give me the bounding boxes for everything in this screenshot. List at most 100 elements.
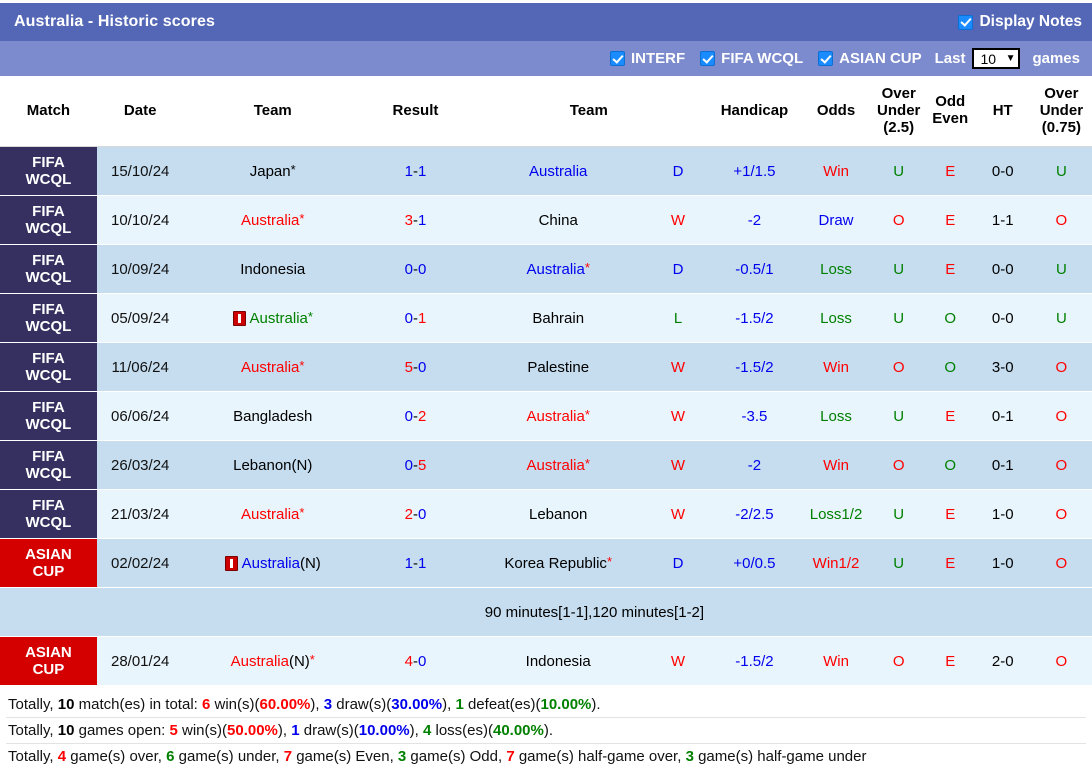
s1-prefix: Totally,	[8, 696, 58, 714]
match-competition-badge[interactable]: FIFA WCQL	[0, 391, 97, 442]
team-name[interactable]: Australia	[241, 359, 299, 376]
table-row[interactable]: FIFA WCQL 21/03/24 Australia* 2-0 Lebanon W -2/…	[0, 489, 1092, 540]
table-row[interactable]: FIFA WCQL 26/03/24 Lebanon(N) 0-5 Australia* W…	[0, 440, 1092, 491]
home-team-cell[interactable]: Bangladesh	[183, 391, 362, 442]
team-name[interactable]: Australia	[526, 408, 584, 425]
team-name[interactable]: Australia	[250, 310, 308, 327]
competition-line2: WCQL	[25, 269, 72, 287]
team-name[interactable]: Indonesia	[240, 261, 305, 278]
competition-line2: WCQL	[25, 465, 72, 483]
table-row[interactable]: FIFA WCQL 10/10/24 Australia* 3-1 China W -2 Dra…	[0, 195, 1092, 246]
result-letter: D	[647, 146, 709, 197]
home-team-cell[interactable]: Australia*	[183, 293, 362, 344]
table-row[interactable]: FIFA WCQL 11/06/24 Australia* 5-0 Palestine W -…	[0, 342, 1092, 393]
team-name[interactable]: Bahrain	[532, 310, 584, 327]
match-competition-badge[interactable]: FIFA WCQL	[0, 146, 97, 197]
competition-line1: FIFA	[32, 399, 65, 417]
away-team-cell[interactable]: Bahrain	[468, 293, 648, 344]
team-name[interactable]: Japan	[250, 163, 291, 180]
over-under-075-result: O	[1030, 440, 1092, 491]
competition-line2: CUP	[32, 661, 65, 679]
team-name[interactable]: Australia	[241, 212, 299, 229]
competition-line1: FIFA	[32, 497, 65, 515]
away-team-cell[interactable]: Korea Republic*	[468, 538, 648, 589]
historic-scores-table: Match Date Team Result Team Handicap Odd…	[0, 76, 1092, 687]
col-handicap[interactable]: Handicap	[708, 76, 801, 148]
display-notes-toggle[interactable]: Display Notes	[958, 13, 1082, 31]
match-competition-badge[interactable]: FIFA WCQL	[0, 489, 97, 540]
home-team-cell[interactable]: Indonesia	[183, 244, 362, 295]
asian-cup-checkbox-icon[interactable]	[818, 51, 834, 66]
match-competition-badge[interactable]: FIFA WCQL	[0, 244, 97, 295]
match-competition-badge[interactable]: FIFA WCQL	[0, 293, 97, 344]
display-notes-checkbox-icon[interactable]	[958, 14, 974, 30]
col-date[interactable]: Date	[96, 76, 184, 148]
over-under-075-result: U	[1030, 244, 1092, 295]
home-team-cell[interactable]: Australia(N)	[183, 538, 362, 589]
table-row[interactable]: FIFA WCQL 15/10/24 Japan* 1-1 Australia D +1/1.…	[0, 146, 1092, 197]
s1-defeats-pct: 10.00%	[540, 696, 592, 714]
team-name[interactable]: Lebanon(N)	[233, 457, 312, 474]
col-team-away[interactable]: Team	[468, 76, 709, 148]
team-name[interactable]: Australia	[231, 653, 289, 670]
match-competition-badge[interactable]: FIFA WCQL	[0, 195, 97, 246]
table-row[interactable]: FIFA WCQL 06/06/24 Bangladesh 0-2 Australia* W…	[0, 391, 1092, 442]
away-team-cell[interactable]: Palestine	[468, 342, 648, 393]
games-count-select[interactable]: 10 ▼	[972, 48, 1021, 69]
competition-line2: WCQL	[25, 514, 72, 532]
team-name[interactable]: Indonesia	[526, 653, 591, 670]
col-match[interactable]: Match	[0, 76, 97, 148]
col-odds[interactable]: Odds	[800, 76, 872, 148]
away-team-cell[interactable]: Australia*	[468, 391, 648, 442]
s3-prefix: Totally,	[8, 748, 58, 766]
away-team-cell[interactable]: Lebanon	[468, 489, 648, 540]
team-name[interactable]: Bangladesh	[233, 408, 312, 425]
table-row[interactable]: ASIAN CUP 02/02/24 Australia(N) 1-1 Korea Rep…	[0, 538, 1092, 589]
interf-checkbox-icon[interactable]	[610, 51, 625, 66]
home-team-cell[interactable]: Japan*	[183, 146, 362, 197]
col-team-home[interactable]: Team	[183, 76, 362, 148]
home-team-cell[interactable]: Australia*	[183, 342, 362, 393]
table-row[interactable]: FIFA WCQL 05/09/24 Australia* 0-1 Bahrain L -1.…	[0, 293, 1092, 344]
bottom-spacer	[0, 769, 1092, 775]
handicap-value: -1.5/2	[708, 636, 801, 687]
home-team-cell[interactable]: Lebanon(N)	[183, 440, 362, 491]
match-competition-badge[interactable]: FIFA WCQL	[0, 440, 97, 491]
home-team-cell[interactable]: Australia*	[183, 489, 362, 540]
handicap-value: -1.5/2	[708, 342, 801, 393]
over-under-25-result: O	[871, 636, 926, 687]
match-competition-badge[interactable]: ASIAN CUP	[0, 538, 97, 589]
away-team-cell[interactable]: Australia*	[468, 244, 648, 295]
team-name[interactable]: Palestine	[527, 359, 589, 376]
col-odd-even[interactable]: Odd Even	[925, 76, 975, 148]
table-row[interactable]: FIFA WCQL 10/09/24 Indonesia 0-0 Australia* D -…	[0, 244, 1092, 295]
fifa-wcql-checkbox-icon[interactable]	[700, 51, 716, 66]
away-team-cell[interactable]: China	[468, 195, 648, 246]
home-team-cell[interactable]: Australia(N)*	[183, 636, 362, 687]
team-name[interactable]: China	[539, 212, 578, 229]
away-team-cell[interactable]: Australia	[468, 146, 648, 197]
summary-line-open: Totally, 10 games open: 5 win(s)(50.00%)…	[6, 718, 1086, 745]
match-competition-badge[interactable]: FIFA WCQL	[0, 342, 97, 393]
col-ht[interactable]: HT	[974, 76, 1031, 148]
match-competition-badge[interactable]: ASIAN CUP	[0, 636, 97, 687]
filter-interf[interactable]: INTERF	[610, 50, 685, 67]
away-team-cell[interactable]: Indonesia	[468, 636, 648, 687]
team-name[interactable]: Korea Republic	[504, 555, 607, 572]
col-result[interactable]: Result	[361, 76, 469, 148]
col-over-under-075[interactable]: Over Under (0.75)	[1030, 76, 1092, 148]
team-name[interactable]: Australia	[529, 163, 587, 180]
filter-asian-cup[interactable]: ASIAN CUP	[818, 50, 922, 67]
odds-result: Loss1/2	[800, 489, 872, 540]
home-team-cell[interactable]: Australia*	[183, 195, 362, 246]
team-name[interactable]: Australia	[241, 506, 299, 523]
team-name[interactable]: Australia	[526, 261, 584, 278]
team-name[interactable]: Australia	[526, 457, 584, 474]
filter-fifa-wcql[interactable]: FIFA WCQL	[700, 50, 803, 67]
table-row[interactable]: ASIAN CUP 28/01/24 Australia(N)* 4-0 Indonesi…	[0, 636, 1092, 687]
team-name[interactable]: Lebanon	[529, 506, 587, 523]
away-team-cell[interactable]: Australia*	[468, 440, 648, 491]
summary-line-ou: Totally, 4 game(s) over, 6 game(s) under…	[6, 744, 1086, 769]
col-over-under-25[interactable]: Over Under (2.5)	[871, 76, 926, 148]
team-name[interactable]: Australia	[242, 555, 300, 572]
